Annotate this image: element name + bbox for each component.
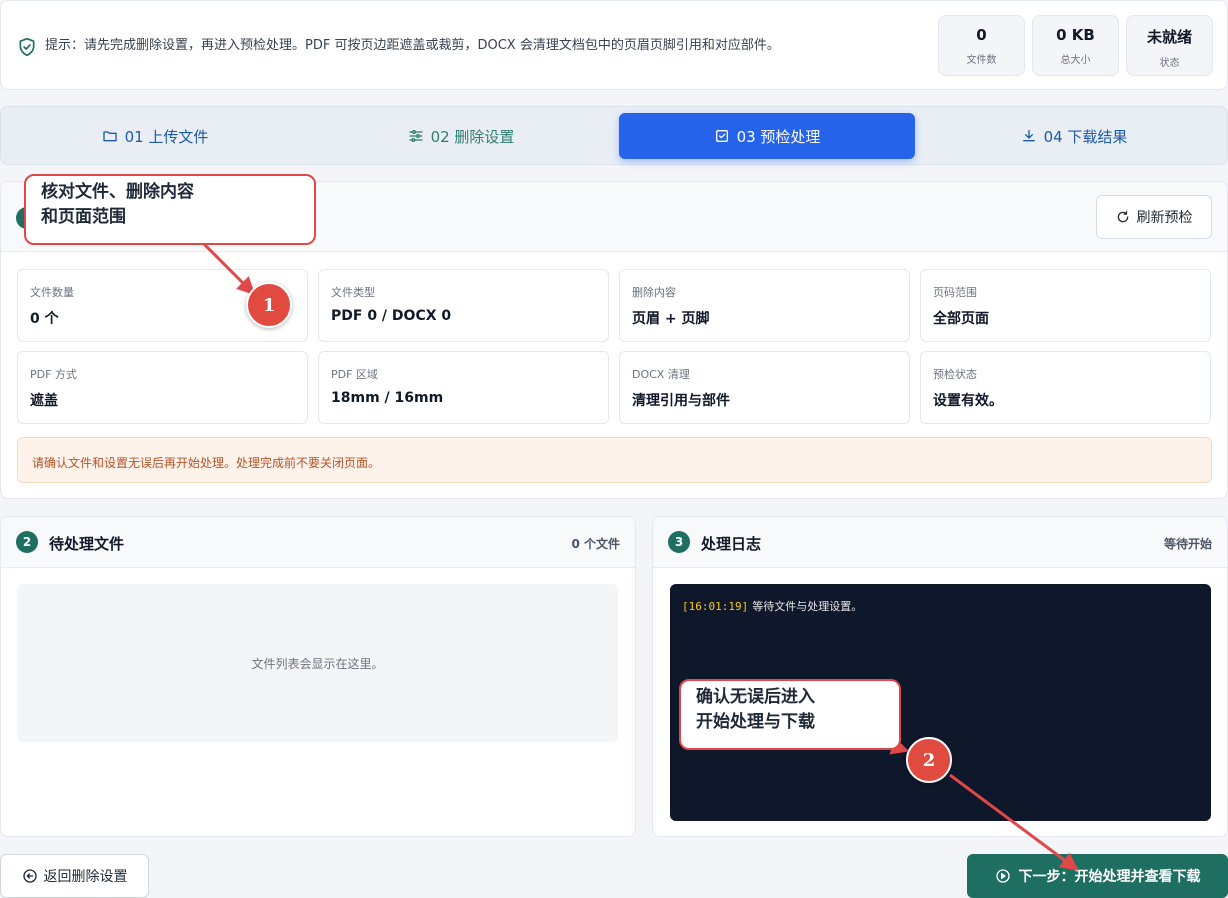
tab-label: 04 下载结果 [1043,127,1128,146]
info-pdf-area: PDF 区域 18mm / 16mm [318,351,609,424]
refresh-label: 刷新预检 [1136,210,1193,226]
tab-label: 03 预检处理 [736,127,821,146]
annotation-callout-2: 确认无误后进入 开始处理与下载 [679,679,901,750]
notice-text: 提示：请先完成删除设置，再进入预检处理。PDF 可按页边距遮盖或裁剪，DOCX … [45,38,780,53]
panel-title: 处理日志 [701,535,762,553]
arrow-left-circle-icon [22,869,37,883]
stat-label: 状态 [1159,58,1180,69]
tab-label: 01 上传文件 [124,127,209,146]
tab-upload[interactable]: 01 上传文件 [7,113,303,159]
log-entry: [16:01:19] 等待文件与处理设置。 [682,598,1199,614]
stat-file-count: 0 文件数 [938,15,1025,76]
log-message: 等待文件与处理设置。 [752,600,863,613]
refresh-precheck-button[interactable]: 刷新预检 [1096,195,1212,239]
tab-delete-settings[interactable]: 02 删除设置 [313,113,609,159]
info-key: PDF 方式 [30,368,77,381]
start-processing-button[interactable]: 下一步：开始处理并查看下载 [967,854,1228,898]
stat-value: 0 [976,26,987,44]
panel-header: 2 待处理文件 0 个文件 [1,517,635,568]
info-value: 0 个 [30,311,59,327]
log-timestamp: [16:01:19] [682,600,749,613]
info-value: 清理引用与部件 [632,393,730,409]
stat-status: 未就绪 状态 [1126,15,1213,76]
folder-icon [102,131,117,142]
info-pdf-mode: PDF 方式 遮盖 [17,351,308,424]
info-value: 18mm / 16mm [331,390,444,406]
tab-download[interactable]: 04 下载结果 [926,113,1222,159]
step-tabs: 01 上传文件 02 删除设置 03 预检处理 04 下载结果 [0,106,1228,165]
callout-line: 开始处理与下载 [696,712,815,732]
panel-header: 3 处理日志 等待开始 [653,517,1227,568]
info-value: 页眉 + 页脚 [632,311,710,327]
info-precheck-status: 预检状态 设置有效。 [920,351,1211,424]
stat-total-size: 0 KB 总大小 [1032,15,1119,76]
callout-line: 确认无误后进入 [696,687,815,707]
stat-value: 未就绪 [1146,28,1192,46]
info-value: 遮盖 [30,393,58,409]
info-delete-content: 删除内容 页眉 + 页脚 [619,269,910,342]
info-docx-clean: DOCX 清理 清理引用与部件 [619,351,910,424]
process-log-panel: 3 处理日志 等待开始 [16:01:19] 等待文件与处理设置。 [652,516,1228,837]
info-value: 全部页面 [933,311,989,327]
pending-files-panel: 2 待处理文件 0 个文件 文件列表会显示在这里。 [0,516,636,837]
back-label: 返回删除设置 [43,869,128,885]
file-list-empty-state: 文件列表会显示在这里。 [17,584,618,742]
info-file-types: 文件类型 PDF 0 / DOCX 0 [318,269,609,342]
callout-line: 和页面范围 [41,207,126,227]
stat-value: 0 KB [1056,26,1095,44]
shield-check-icon [19,37,35,57]
stat-label: 总大小 [1060,55,1091,66]
annotation-marker-1: 1 [246,282,292,328]
annotation-marker-2: 2 [906,737,952,783]
info-page-range: 页码范围 全部页面 [920,269,1211,342]
refresh-icon [1117,211,1128,223]
panel-title: 待处理文件 [49,535,125,553]
info-key: 预检状态 [933,368,977,381]
info-key: 页码范围 [933,286,977,299]
section-number-badge: 2 [16,531,38,553]
section-number-badge: 3 [668,531,690,553]
info-key: DOCX 清理 [632,368,690,381]
info-key: 文件数量 [30,286,74,299]
annotation-callout-1: 核对文件、删除内容 和页面范围 [24,174,316,245]
info-value: 设置有效。 [933,393,1003,409]
notice-bar: 提示：请先完成删除设置，再进入预检处理。PDF 可按页边距遮盖或裁剪，DOCX … [0,0,1228,90]
log-status-meta: 等待开始 [1163,537,1212,551]
info-key: 删除内容 [632,286,676,299]
check-square-icon [715,130,728,142]
callout-line: 核对文件、删除内容 [41,182,194,202]
tab-label: 02 删除设置 [430,127,515,146]
back-to-delete-settings-button[interactable]: 返回删除设置 [0,854,149,898]
info-value: PDF 0 / DOCX 0 [331,308,452,324]
info-key: 文件类型 [331,286,375,299]
stat-label: 文件数 [966,55,997,66]
download-icon [1022,130,1035,142]
sliders-icon [408,130,423,142]
info-key: PDF 区域 [331,368,378,381]
warning-banner: 请确认文件和设置无误后再开始处理。处理完成前不要关闭页面。 [17,437,1212,483]
file-count-meta: 0 个文件 [571,537,620,551]
play-circle-icon [995,869,1010,883]
tab-precheck[interactable]: 03 预检处理 [619,113,915,159]
next-label: 下一步：开始处理并查看下载 [1018,869,1201,885]
